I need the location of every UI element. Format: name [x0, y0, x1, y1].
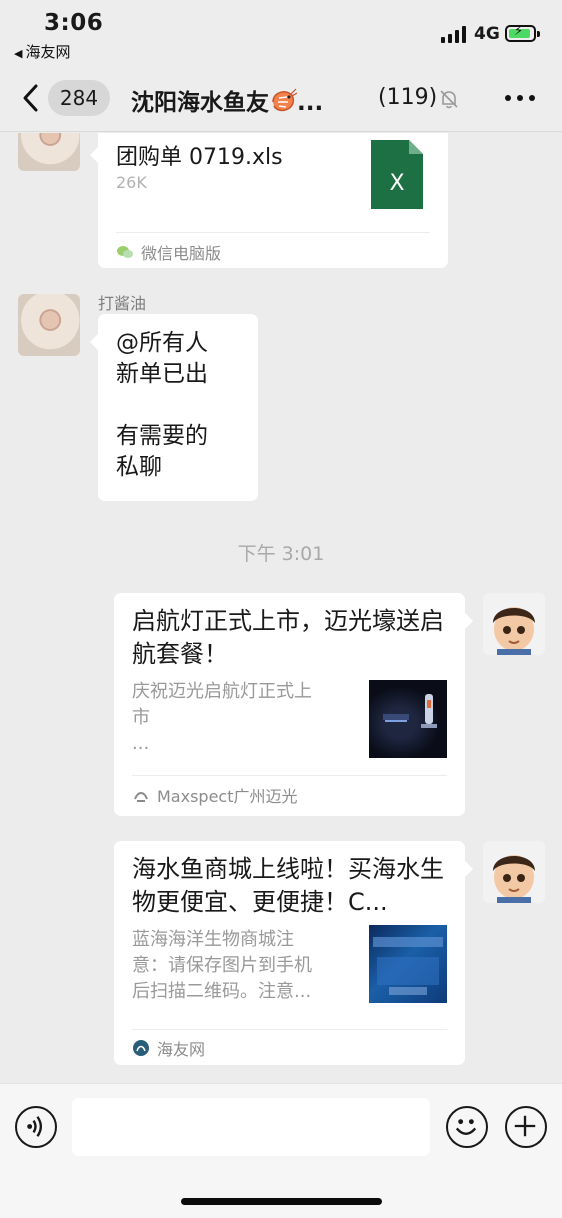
battery-icon: ⚡ [505, 24, 536, 42]
back-to-app-link[interactable]: ◀ 海友网 [14, 41, 70, 62]
emoji-button[interactable] [446, 1106, 488, 1148]
more-options-icon[interactable] [505, 95, 535, 103]
member-count: (119) [378, 85, 438, 110]
card-source-label: 海友网 [157, 1040, 206, 1059]
back-chevron-icon[interactable] [20, 82, 44, 114]
more-functions-button[interactable] [505, 1106, 547, 1148]
text-message[interactable]: @所有人 新单已出 有需要的 私聊 [90, 314, 258, 501]
card-description: 庆祝迈光启航灯正式上 市 ... [132, 681, 312, 754]
plus-icon [514, 1115, 536, 1137]
card-title: 海水鱼商城上线啦！买海水生物更便宜、更便捷！C... [132, 855, 444, 916]
timestamp: 下午 3:01 [237, 543, 325, 565]
divider [132, 1029, 447, 1030]
excel-file-icon: X [371, 140, 423, 209]
network-type: 4G [474, 24, 500, 44]
message-list[interactable]: 团购单 0719.xls 26K X 微信电脑版 打酱油 @所有人 新单已出 有… [0, 133, 562, 1083]
avatar[interactable] [483, 593, 545, 655]
maxspect-logo-icon [134, 792, 148, 802]
smiley-icon [455, 1119, 477, 1135]
file-name: 团购单 0719.xls [116, 145, 283, 170]
status-bar: 3:06 ◀ 海友网 4G ⚡ [0, 0, 562, 66]
card-title: 启航灯正式上市，迈光壕送启航套餐！ [132, 607, 444, 668]
file-source: 微信电脑版 [116, 240, 221, 264]
card-thumbnail [369, 925, 447, 1003]
chat-title-text: 沈阳海水鱼友 [131, 90, 269, 116]
haiyou-logo-icon [133, 1040, 149, 1056]
unread-count-badge[interactable]: 284 [48, 80, 110, 116]
message-input[interactable] [72, 1098, 430, 1156]
cartoon-boy-avatar-icon [493, 855, 535, 903]
avatar[interactable] [483, 841, 545, 903]
file-message[interactable]: 团购单 0719.xls 26K X 微信电脑版 [90, 133, 448, 268]
card-source-label: Maxspect广州迈光 [157, 787, 298, 806]
avatar[interactable] [18, 294, 80, 356]
chat-title-ellipsis: ... [297, 90, 324, 116]
chat-title[interactable]: 沈阳海水鱼友... [131, 83, 323, 117]
wechat-icon [117, 246, 133, 258]
link-card[interactable]: 启航灯正式上市，迈光壕送启航套餐！ 庆祝迈光启航灯正式上 市 ... Maxsp… [114, 593, 473, 816]
card-thumbnail [369, 680, 447, 758]
card-source: 海友网 [132, 1036, 205, 1060]
qr-promo-image [373, 937, 443, 995]
signal-icon [441, 26, 467, 43]
excel-icon-letter: X [389, 171, 404, 196]
file-source-label: 微信电脑版 [141, 244, 222, 263]
voice-wave-icon [27, 1116, 43, 1137]
message-text: @所有人 新单已出 有需要的 私聊 [116, 330, 208, 480]
home-indicator[interactable] [181, 1198, 382, 1205]
chat-header: 284 沈阳海水鱼友... (119) [0, 66, 562, 132]
clock: 3:06 [44, 10, 104, 36]
back-app-label: 海友网 [25, 43, 71, 61]
voice-input-button[interactable] [15, 1106, 57, 1148]
file-size: 26K [116, 173, 147, 192]
link-card[interactable]: 海水鱼商城上线啦！买海水生物更便宜、更便捷！C... 蓝海海洋生物商城注 意：请… [114, 841, 473, 1065]
divider [116, 232, 430, 233]
divider [132, 775, 447, 776]
mute-bell-icon [440, 90, 458, 109]
shrimp-emoji-icon [272, 88, 297, 112]
battery-tip [537, 31, 540, 37]
light-product-image [383, 694, 437, 728]
cartoon-boy-avatar-icon [493, 607, 535, 655]
avatar[interactable] [18, 133, 80, 171]
card-description: 蓝海海洋生物商城注 意：请保存图片到手机 后扫描二维码。注意... [132, 929, 312, 1002]
back-triangle-icon: ◀ [14, 47, 23, 60]
card-source: Maxspect广州迈光 [132, 783, 298, 807]
sender-name: 打酱油 [98, 294, 147, 313]
